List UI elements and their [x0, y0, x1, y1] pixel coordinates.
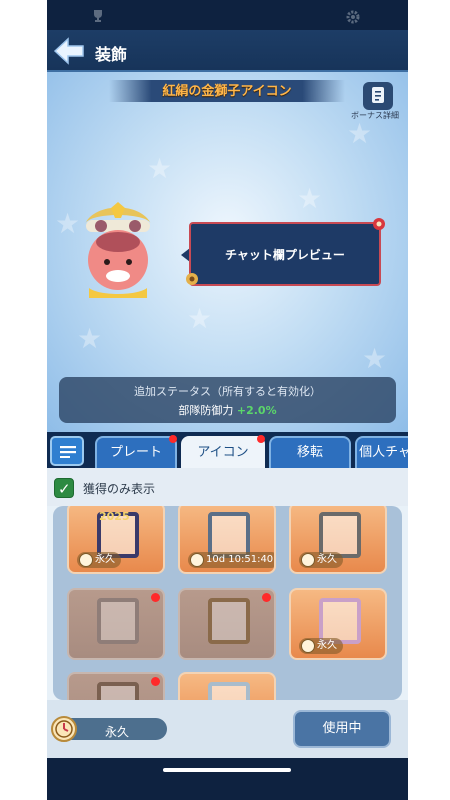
gear-icon[interactable] — [346, 10, 360, 24]
home-indicator[interactable] — [163, 768, 291, 772]
star-decoration: ★ — [297, 182, 323, 215]
notification-dot — [262, 593, 271, 602]
star-decoration: ★ — [362, 342, 388, 375]
clock-icon — [301, 639, 315, 653]
star-decoration: ★ — [55, 207, 81, 240]
duration-badge: 10d 10:51:40 — [188, 552, 274, 568]
red-ribbon-icon — [373, 218, 385, 230]
item-name-banner: 紅絹の金獅子アイコン — [109, 80, 345, 102]
back-arrow-icon[interactable] — [53, 37, 85, 65]
icon-grid: 2025 永久 10d 10:51:40 永久 永久 — [53, 506, 402, 700]
filter-row: ✓ 獲得のみ表示 — [47, 468, 408, 506]
tab-label: プレート — [109, 445, 162, 460]
trophy-icon[interactable] — [91, 10, 105, 22]
notification-dot — [151, 677, 160, 686]
tab-icon[interactable]: アイコン — [181, 435, 265, 468]
stat-value: +2.0% — [236, 404, 277, 417]
chat-preview-text: チャット欄プレビュー — [225, 248, 345, 262]
icon-tile[interactable]: 永久 — [289, 588, 387, 660]
duration-text: 永久 — [105, 725, 130, 739]
icon-frame-preview — [97, 598, 139, 644]
item-name: 紅絹の金獅子アイコン — [162, 84, 292, 99]
notification-dot — [257, 435, 265, 443]
document-icon — [372, 87, 384, 103]
in-use-button[interactable]: 使用中 — [293, 710, 391, 748]
category-tab-bar: プレート アイコン 移転 個人チャ — [47, 432, 408, 468]
phone-screen: 装飾 ★ ★ ★ ★ ★ ★ ★ 紅絹の金獅子アイコン ボーナス詳細 チャット欄… — [47, 0, 408, 800]
icon-tile[interactable]: 永久 — [289, 506, 387, 574]
bottom-bar: 永久 使用中 — [47, 700, 408, 758]
notification-dot — [151, 593, 160, 602]
icon-tile[interactable] — [178, 588, 276, 660]
owned-only-label[interactable]: 獲得のみ表示 — [83, 480, 155, 497]
icon-tile[interactable]: 2025 永久 — [67, 506, 165, 574]
header-bar: 装飾 — [47, 30, 408, 72]
duration-badge: 永久 — [299, 638, 343, 654]
gold-charm-icon — [186, 273, 198, 285]
list-menu-icon — [60, 446, 76, 458]
preview-area: ★ ★ ★ ★ ★ ★ ★ 紅絹の金獅子アイコン ボーナス詳細 チャット欄プレビ… — [47, 72, 408, 432]
duration-text: 永久 — [317, 554, 337, 565]
icon-tile[interactable]: 10d 10:51:40 — [178, 506, 276, 574]
icon-frame-preview — [208, 682, 250, 700]
tab-plate[interactable]: プレート — [95, 435, 177, 468]
star-decoration: ★ — [187, 302, 213, 335]
chat-preview-bubble: チャット欄プレビュー — [189, 222, 381, 286]
duration-badge: 永久 — [77, 552, 121, 568]
golden-lion-icon — [85, 202, 151, 298]
stats-title: 追加ステータス（所有すると有効化） — [134, 385, 321, 398]
icon-tile[interactable] — [178, 672, 276, 700]
owned-only-checkbox[interactable]: ✓ — [54, 478, 74, 498]
duration-badge: 永久 — [299, 552, 343, 568]
tab-personal-chat[interactable]: 個人チャ — [355, 436, 408, 468]
bonus-detail-label[interactable]: ボーナス詳細 — [351, 110, 399, 121]
duration-text: 10d 10:51:40 — [206, 554, 274, 565]
bottom-nav-area — [47, 758, 408, 800]
page-title: 装飾 — [95, 45, 128, 64]
bonus-detail-button[interactable] — [363, 82, 393, 110]
notification-dot — [169, 435, 177, 443]
tab-label: 移転 — [296, 445, 323, 460]
tab-label: アイコン — [197, 445, 249, 460]
clock-icon — [51, 716, 77, 742]
star-decoration: ★ — [77, 322, 103, 355]
star-decoration: ★ — [347, 117, 373, 150]
stat-line: 部隊防御力 +2.0% — [59, 402, 396, 418]
icon-frame-preview — [97, 682, 139, 700]
tab-label: 個人チャ — [359, 445, 408, 460]
menu-button[interactable] — [50, 436, 84, 466]
top-status-bar — [47, 0, 408, 30]
clock-icon — [190, 553, 204, 567]
duration-text: 永久 — [95, 554, 115, 565]
additional-stats-box: 追加ステータス（所有すると有効化） 部隊防御力 +2.0% — [59, 377, 396, 423]
duration-text: 永久 — [317, 640, 337, 651]
icon-tile[interactable] — [67, 588, 165, 660]
icon-tile[interactable] — [67, 672, 165, 700]
tile-year-text: 2025 — [99, 510, 130, 523]
clock-icon — [79, 553, 93, 567]
checkmark-icon: ✓ — [58, 480, 71, 498]
star-decoration: ★ — [147, 152, 173, 185]
icon-frame-preview — [208, 598, 250, 644]
tab-transfer[interactable]: 移転 — [269, 436, 351, 468]
stat-name: 部隊防御力 — [178, 404, 234, 417]
clock-icon — [301, 553, 315, 567]
